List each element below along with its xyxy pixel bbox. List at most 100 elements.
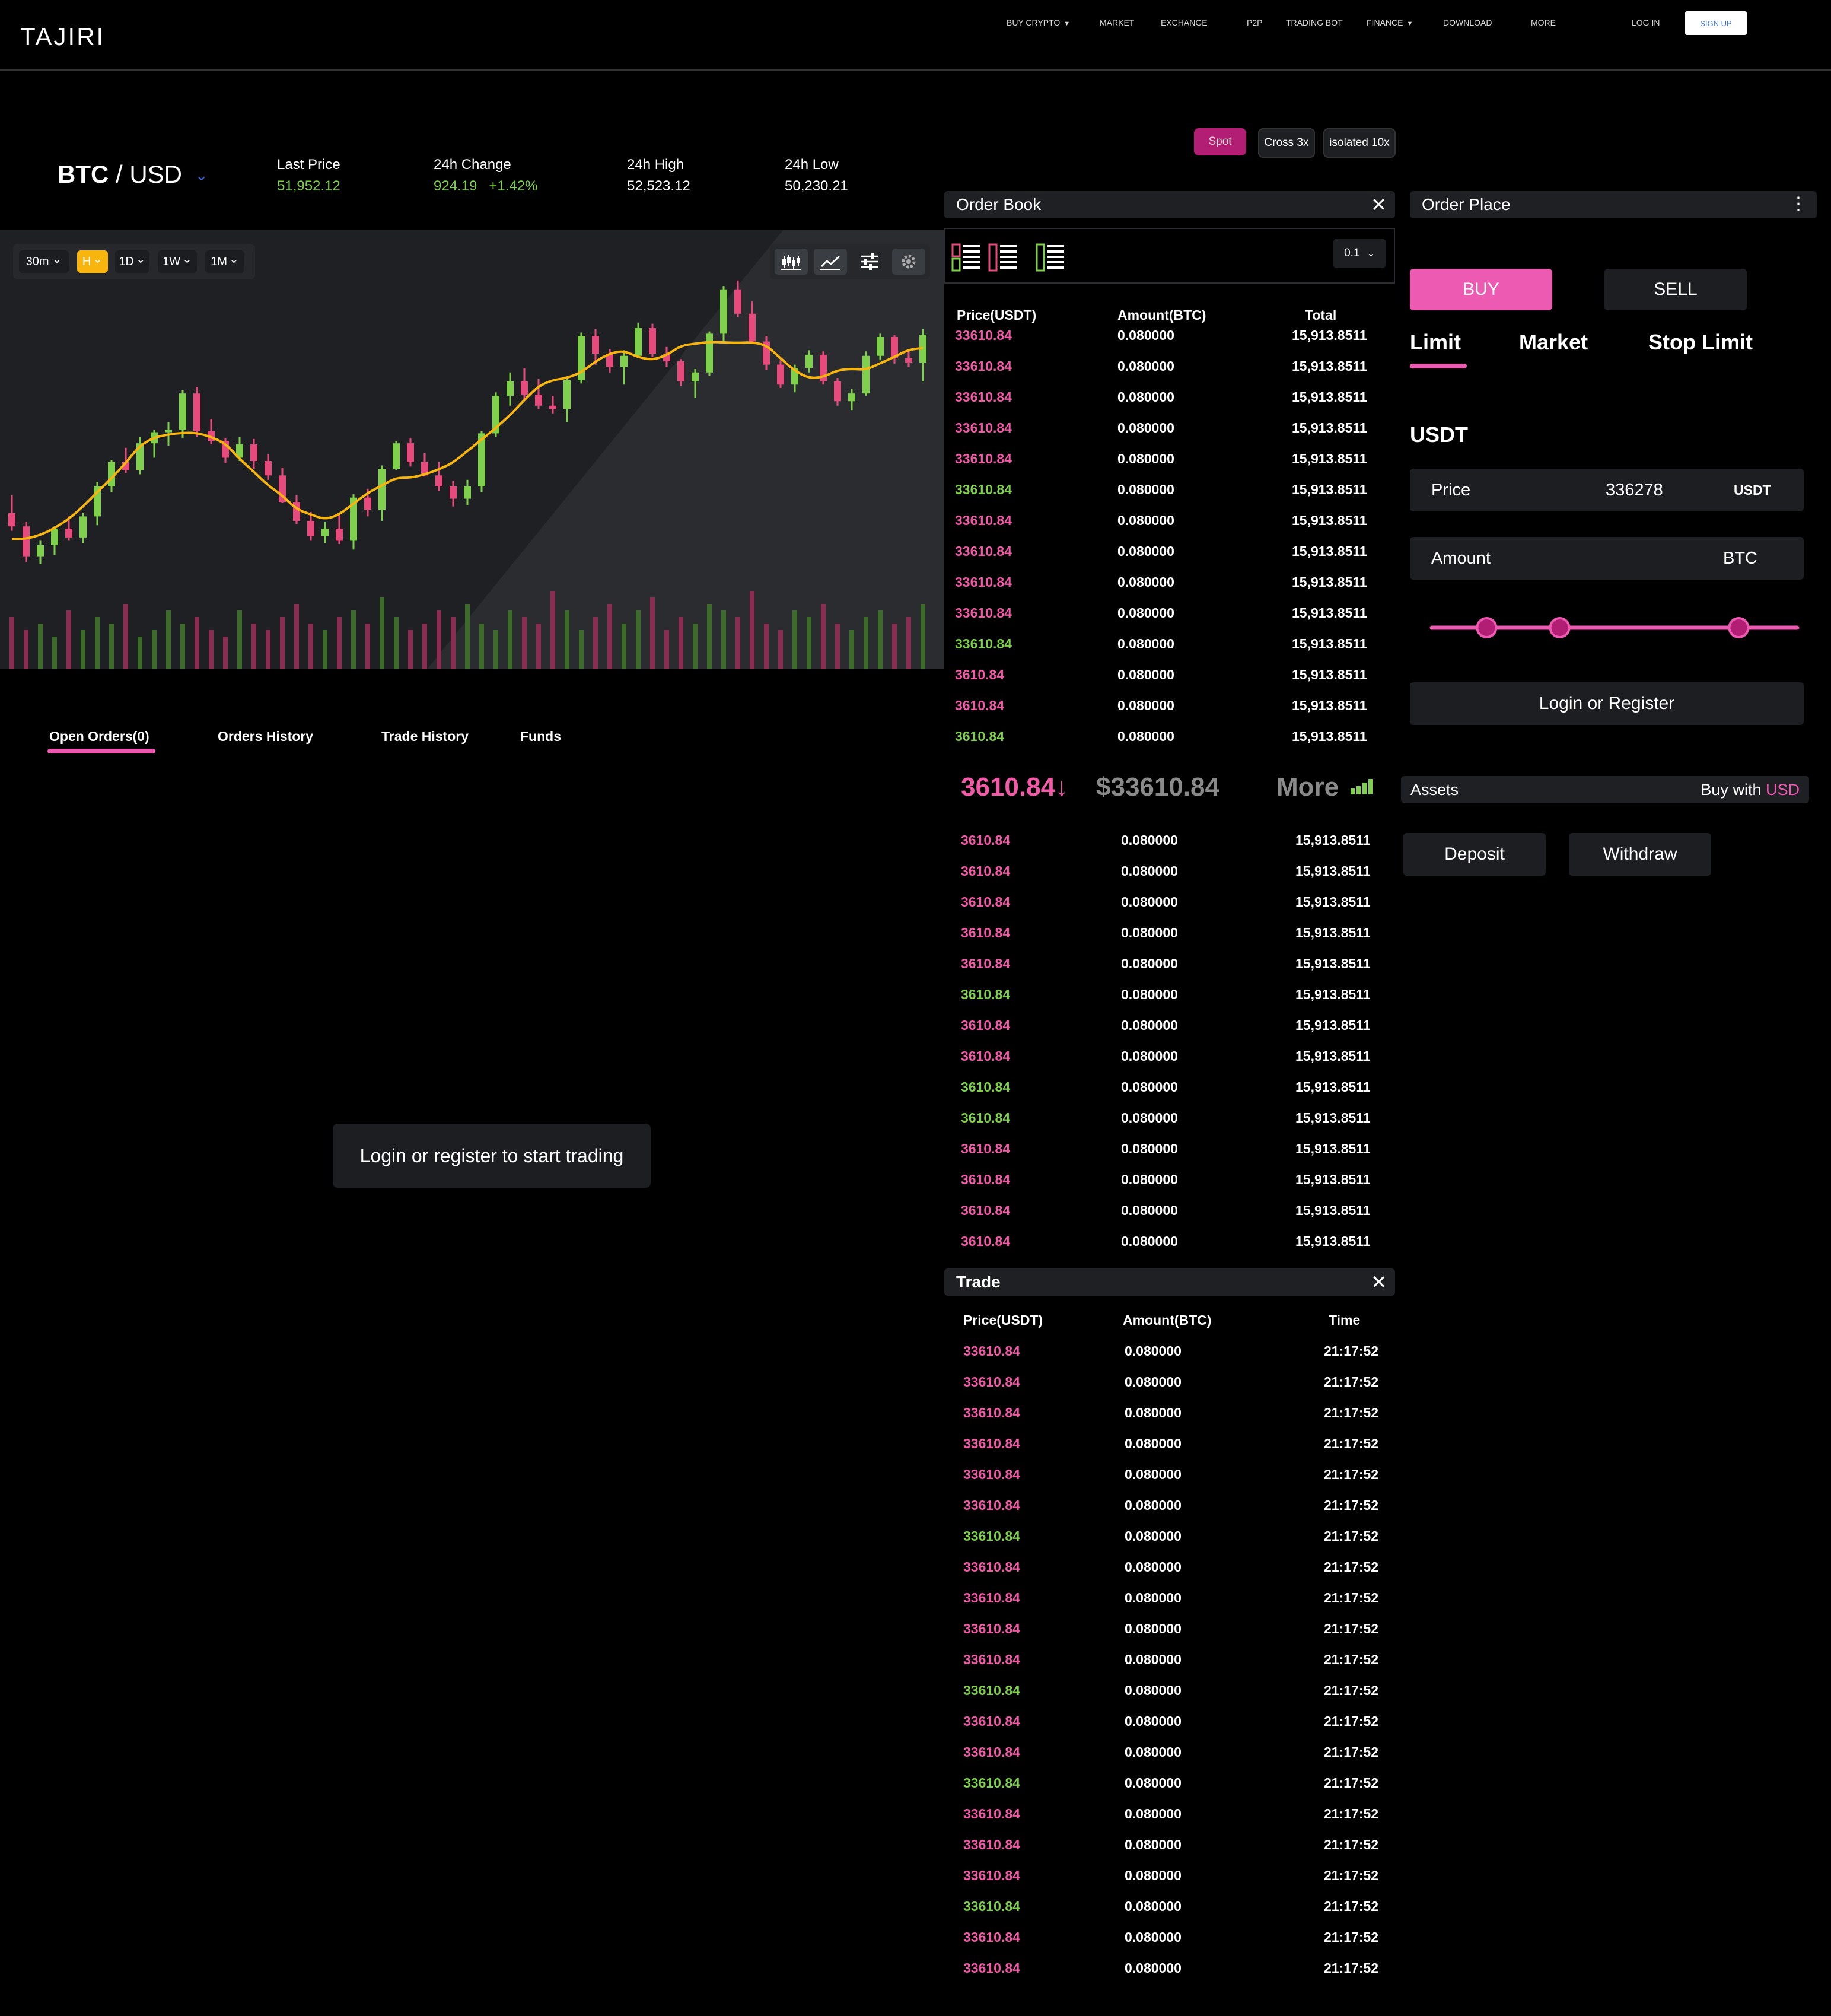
order-book-row[interactable]: 3610.84 0.080000 15,913.8511	[0, 1110, 1371, 1141]
trade-row[interactable]: 33610.84 0.080000 21:17:52	[0, 1868, 1378, 1899]
trade-row[interactable]: 33610.84 0.080000 21:17:52	[0, 1405, 1378, 1436]
login-link[interactable]: LOG IN	[1632, 18, 1660, 27]
order-book-row[interactable]: 3610.84 0.080000 15,913.8511	[0, 956, 1371, 987]
more-link[interactable]: More	[1276, 772, 1375, 802]
trade-row[interactable]: 33610.84 0.080000 21:17:52	[0, 1806, 1378, 1837]
buy-button[interactable]: BUY	[1410, 269, 1552, 310]
slider-handle[interactable]	[1476, 617, 1498, 638]
timeframe-1w[interactable]: 1W ⌄	[158, 250, 197, 273]
order-book-row[interactable]: 3610.84 0.080000 15,913.8511	[0, 1141, 1371, 1172]
sliders-icon[interactable]	[853, 249, 886, 275]
close-icon[interactable]: ✕	[1371, 193, 1387, 216]
trade-row[interactable]: 33610.84 0.080000 21:17:52	[0, 1467, 1378, 1497]
trade-row[interactable]: 33610.84 0.080000 21:17:52	[0, 1621, 1378, 1652]
order-type-limit[interactable]: Limit	[1410, 330, 1461, 355]
trade-row[interactable]: 33610.84 0.080000 21:17:52	[0, 1436, 1378, 1467]
nav-more[interactable]: MORE	[1531, 18, 1556, 27]
order-type-stop-limit[interactable]: Stop Limit	[1648, 330, 1753, 355]
order-book-row[interactable]: 3610.84 0.080000 15,913.8511	[0, 1079, 1371, 1110]
order-book-row[interactable]: 33610.84 0.080000 15,913.8511	[0, 605, 1367, 636]
signup-button[interactable]: SIGN UP	[1685, 11, 1747, 35]
orderbook-asks-icon[interactable]	[988, 243, 1018, 275]
withdraw-button[interactable]: Withdraw	[1569, 833, 1711, 876]
order-book-row[interactable]: 33610.84 0.080000 15,913.8511	[0, 451, 1367, 482]
order-book-row[interactable]: 3610.84 0.080000 15,913.8511	[0, 925, 1371, 956]
mode-cross-button[interactable]: Cross 3x	[1258, 128, 1315, 158]
order-book-row[interactable]: 3610.84 0.080000 15,913.8511	[0, 832, 1371, 863]
order-book-row[interactable]: 3610.84 0.080000 15,913.8511	[0, 1017, 1371, 1048]
trade-row[interactable]: 33610.84 0.080000 21:17:52	[0, 1652, 1378, 1683]
order-book-row[interactable]: 3610.84 0.080000 15,913.8511	[0, 987, 1371, 1017]
gear-icon[interactable]	[892, 249, 925, 275]
trade-row[interactable]: 33610.84 0.080000 21:17:52	[0, 1528, 1378, 1559]
candle-body	[720, 289, 727, 334]
nav-finance[interactable]: FINANCE ▼	[1367, 18, 1413, 27]
trade-row[interactable]: 33610.84 0.080000 21:17:52	[0, 1713, 1378, 1744]
order-book-row[interactable]: 33610.84 0.080000 15,913.8511	[0, 513, 1367, 543]
slider-handle[interactable]	[1549, 617, 1571, 638]
trade-row[interactable]: 33610.84 0.080000 21:17:52	[0, 1374, 1378, 1405]
trade-row[interactable]: 33610.84 0.080000 21:17:52	[0, 1497, 1378, 1528]
trade-row[interactable]: 33610.84 0.080000 21:17:52	[0, 1683, 1378, 1713]
order-book-row[interactable]: 3610.84 0.080000 15,913.8511	[0, 1203, 1371, 1233]
timeframe-1d[interactable]: 1D ⌄	[115, 250, 149, 273]
order-book-row[interactable]: 3610.84 0.080000 15,913.8511	[0, 729, 1367, 759]
nav-exchange[interactable]: EXCHANGE	[1161, 18, 1208, 27]
order-book-row[interactable]: 33610.84 0.080000 15,913.8511	[0, 636, 1367, 667]
amount-field[interactable]: Amount BTC	[1410, 537, 1804, 580]
order-book-row[interactable]: 3610.84 0.080000 15,913.8511	[0, 894, 1371, 925]
row-price: 3610.84	[961, 1048, 1011, 1064]
amount-slider[interactable]	[1429, 617, 1800, 643]
order-type-market[interactable]: Market	[1519, 330, 1588, 355]
more-vertical-icon[interactable]: ⋮	[1789, 193, 1807, 214]
slider-handle[interactable]	[1728, 617, 1750, 638]
line-chart-icon[interactable]	[814, 249, 847, 275]
mode-spot-button[interactable]: Spot	[1194, 128, 1246, 155]
order-book-row[interactable]: 33610.84 0.080000 15,913.8511	[0, 358, 1367, 389]
tab-funds[interactable]: Funds	[520, 729, 561, 745]
trade-row[interactable]: 33610.84 0.080000 21:17:52	[0, 1960, 1378, 1991]
deposit-button[interactable]: Deposit	[1403, 833, 1546, 876]
trade-row[interactable]: 33610.84 0.080000 21:17:52	[0, 1343, 1378, 1374]
order-book-row[interactable]: 3610.84 0.080000 15,913.8511	[0, 1172, 1371, 1203]
pair-selector[interactable]: BTC / USD ⌄	[58, 160, 208, 189]
trade-row[interactable]: 33610.84 0.080000 21:17:52	[0, 1744, 1378, 1775]
login-register-button[interactable]: Login or Register	[1410, 682, 1804, 725]
timeframe-30m[interactable]: 30m ⌄	[19, 250, 69, 273]
price-field[interactable]: Price 336278 USDT	[1410, 469, 1804, 511]
order-book-row[interactable]: 3610.84 0.080000 15,913.8511	[0, 863, 1371, 894]
order-book-row[interactable]: 33610.84 0.080000 15,913.8511	[0, 574, 1367, 605]
order-book-row[interactable]: 33610.84 0.080000 15,913.8511	[0, 543, 1367, 574]
timeframe-h[interactable]: H ⌄	[77, 250, 108, 273]
buy-with-usd-link[interactable]: Buy with USD	[1701, 781, 1800, 799]
trade-row[interactable]: 33610.84 0.080000 21:17:52	[0, 1899, 1378, 1929]
nav-buy-crypto[interactable]: BUY CRYPTO ▼	[1007, 18, 1070, 27]
order-book-row[interactable]: 33610.84 0.080000 15,913.8511	[0, 420, 1367, 451]
order-book-row[interactable]: 3610.84 0.080000 15,913.8511	[0, 1048, 1371, 1079]
orderbook-bids-icon[interactable]	[1036, 243, 1065, 275]
logo[interactable]: TAJIRI	[20, 23, 105, 51]
trade-row[interactable]: 33610.84 0.080000 21:17:52	[0, 1837, 1378, 1868]
order-book-row[interactable]: 33610.84 0.080000 15,913.8511	[0, 389, 1367, 420]
mode-isolated-button[interactable]: isolated 10x	[1323, 128, 1396, 158]
nav-market[interactable]: MARKET	[1100, 18, 1134, 27]
orderbook-both-icon[interactable]	[951, 243, 981, 275]
nav-trading-bot[interactable]: TRADING BOT	[1286, 18, 1343, 27]
trade-row[interactable]: 33610.84 0.080000 21:17:52	[0, 1559, 1378, 1590]
trade-row[interactable]: 33610.84 0.080000 21:17:52	[0, 1775, 1378, 1806]
order-book-row[interactable]: 33610.84 0.080000 15,913.8511	[0, 482, 1367, 513]
order-book-row[interactable]: 3610.84 0.080000 15,913.8511	[0, 1233, 1371, 1264]
precision-select[interactable]: 0.1 ⌄	[1333, 239, 1386, 268]
candles-icon[interactable]	[775, 249, 808, 275]
price-input[interactable]: 336278	[1606, 481, 1663, 500]
nav-p2p[interactable]: P2P	[1247, 18, 1262, 27]
timeframe-1m[interactable]: 1M ⌄	[205, 250, 244, 273]
order-book-row[interactable]: 3610.84 0.080000 15,913.8511	[0, 698, 1367, 729]
nav-download[interactable]: DOWNLOAD	[1443, 18, 1492, 27]
trade-row[interactable]: 33610.84 0.080000 21:17:52	[0, 1929, 1378, 1960]
order-book-row[interactable]: 3610.84 0.080000 15,913.8511	[0, 667, 1367, 698]
close-icon[interactable]: ✕	[1371, 1271, 1387, 1293]
trade-row[interactable]: 33610.84 0.080000 21:17:52	[0, 1590, 1378, 1621]
order-book-row[interactable]: 33610.84 0.080000 15,913.8511	[0, 327, 1367, 358]
sell-button[interactable]: SELL	[1604, 269, 1747, 310]
